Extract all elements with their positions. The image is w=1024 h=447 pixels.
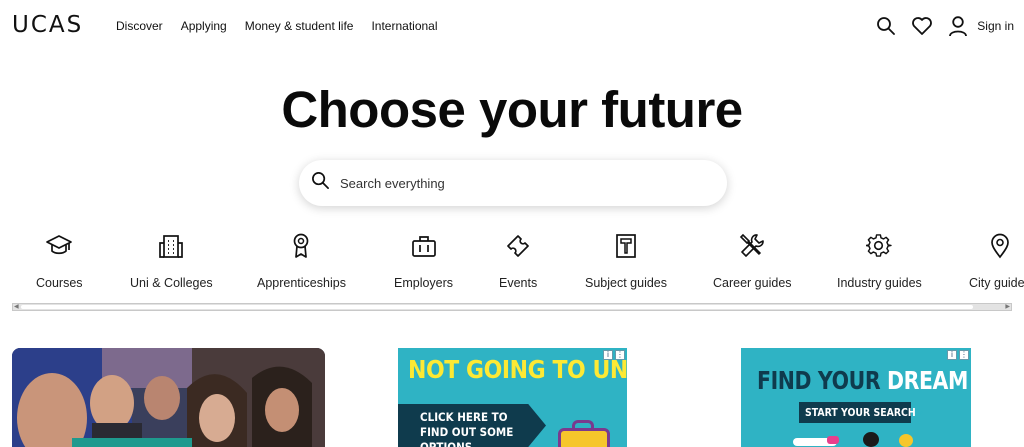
nav-international[interactable]: International [371,19,437,33]
ad-headline-part-b: DREAM UNI [886,366,971,395]
ad-backpack-graphic [558,428,610,447]
scroll-left-arrow-icon[interactable]: ◀ [14,303,19,311]
map-pin-icon [989,226,1011,266]
category-label: Employers [394,276,454,290]
category-events[interactable]: Events [499,226,537,290]
scrollbar-thumb[interactable] [21,305,973,309]
ad-cta-label: START YOUR SEARCH [805,406,916,419]
search-icon[interactable] [876,16,896,36]
search-bar[interactable] [299,160,727,206]
scroll-right-arrow-icon[interactable]: ▶ [1005,303,1010,311]
ad-sun-graphic [899,434,913,447]
ad-pink-graphic [827,436,839,444]
category-label: Career guides [713,276,792,290]
ad-find-your-dream-uni[interactable]: i⋮ FIND YOUR DREAM UNI START YOUR SEARCH… [741,348,971,447]
category-uni-colleges[interactable]: Uni & Colleges [130,226,213,290]
header-actions: Sign in [876,15,1014,37]
sign-in-link[interactable]: Sign in [977,19,1014,33]
ad-controls[interactable]: i ⋮ [947,350,969,360]
category-label: Events [499,276,538,290]
students-photo[interactable] [12,348,325,447]
category-label: Uni & Colleges [130,276,213,290]
category-label: Apprenticeships [257,276,346,290]
ucas-logo[interactable]: UCAS [12,12,83,38]
category-label: Courses [36,276,83,290]
ad-figure-graphic [863,432,879,447]
user-icon[interactable] [948,15,968,37]
graduation-cap-icon [45,226,73,266]
category-carousel: Courses Uni & Colleges Apprenticeships E… [0,226,1024,296]
ticket-icon [505,226,531,266]
book-icon [614,226,638,266]
ad-cta-text: CLICK HERE TO FIND OUT SOME OPTIONS [420,410,514,447]
category-label: Industry guides [837,276,922,290]
carousel-scrollbar[interactable]: ◀ ▶ [12,303,1012,311]
main-nav: Discover Applying Money & student life I… [116,19,438,33]
category-courses[interactable]: Courses [36,226,83,290]
ad-backpack-handle [572,420,594,430]
ad-not-going-to-uni[interactable]: i ⋮ NOT GOING TO UNI? CLICK HERE TO FIND … [398,348,627,447]
category-employers[interactable]: Employers [394,226,453,290]
nav-applying[interactable]: Applying [181,19,227,33]
page-title: Choose your future [281,81,743,138]
gear-icon [866,226,893,266]
nav-discover[interactable]: Discover [116,19,163,33]
category-apprenticeships[interactable]: Apprenticeships [257,226,346,290]
ad-headline: FIND YOUR DREAM UNI [757,366,971,395]
briefcase-icon [411,226,437,266]
ad-headline-part-a: FIND YOUR [757,366,881,395]
category-label: Subject guides [585,276,668,290]
tools-icon [738,226,766,266]
category-city-guides[interactable]: City guides [969,226,1024,290]
category-industry-guides[interactable]: Industry guides [837,226,922,290]
award-badge-icon [289,226,313,266]
ad-headline: NOT GOING TO UNI? [408,355,627,384]
chevron-right-icon: › [918,406,923,419]
search-icon [311,171,330,195]
nav-money-student-life[interactable]: Money & student life [245,19,354,33]
category-subject-guides[interactable]: Subject guides [585,226,667,290]
site-header: UCAS Discover Applying Money & student l… [0,0,1024,54]
search-input[interactable] [340,175,700,191]
building-icon [158,226,184,266]
ad-info-icon[interactable]: i [947,350,957,360]
category-label: City guides [969,276,1024,290]
ad-cta-text: START YOUR SEARCH › [805,406,923,419]
ad-menu-icon[interactable]: ⋮ [959,350,969,360]
category-career-guides[interactable]: Career guides [713,226,792,290]
heart-icon[interactable] [911,16,933,36]
